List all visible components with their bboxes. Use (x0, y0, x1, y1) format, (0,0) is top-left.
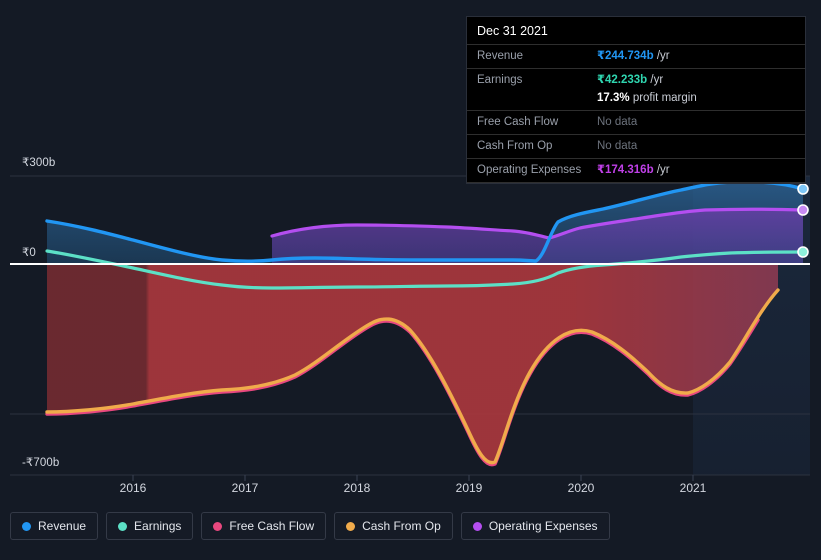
tooltip-profit-margin-value: 17.3% (597, 92, 630, 104)
tooltip-value-operating-expenses: ₹174.316b (597, 164, 654, 176)
y-axis-label-300b: ₹300b (22, 157, 56, 169)
tooltip-row-revenue: Revenue ₹244.734b /yr (467, 45, 805, 69)
legend-dot-operating-expenses-icon (472, 521, 482, 531)
y-axis-label-0: ₹0 (22, 247, 36, 259)
y-axis-label-neg700b: -₹700b (22, 457, 60, 469)
tooltip-row-operating-expenses: Operating Expenses ₹174.316b /yr (467, 159, 805, 183)
tooltip-unit-operating-expenses: /yr (656, 164, 670, 176)
chart-legend: Revenue Earnings Free Cash Flow Cash Fro… (10, 512, 610, 540)
legend-label-earnings: Earnings (134, 519, 182, 533)
operating-expenses-endpoint-marker (797, 204, 809, 216)
legend-dot-cash-from-op-icon (346, 521, 356, 531)
tooltip-date: Dec 31 2021 (467, 17, 805, 45)
tooltip-unit-revenue: /yr (656, 50, 670, 62)
tooltip-value-cash-from-op: No data (597, 140, 638, 152)
tooltip-label-operating-expenses: Operating Expenses (477, 164, 582, 176)
x-axis-label-2020: 2020 (567, 481, 595, 495)
legend-dot-earnings-icon (118, 521, 128, 531)
tooltip-profit-margin-label: profit margin (632, 92, 697, 104)
tooltip-value-free-cash-flow: No data (597, 116, 638, 128)
tooltip-value-earnings: ₹42.233b (597, 74, 648, 86)
revenue-endpoint-marker (797, 183, 809, 195)
tooltip-row-earnings: Earnings ₹42.233b /yr 17.3% profit margi… (467, 69, 805, 111)
earnings-endpoint-marker (797, 246, 809, 258)
x-axis-label-2017: 2017 (231, 481, 259, 495)
legend-item-operating-expenses[interactable]: Operating Expenses (460, 512, 610, 540)
x-axis-label-2016: 2016 (119, 481, 147, 495)
x-axis-label-2018: 2018 (343, 481, 371, 495)
tooltip-value-revenue: ₹244.734b (597, 50, 654, 62)
legend-item-cash-from-op[interactable]: Cash From Op (334, 512, 453, 540)
legend-item-earnings[interactable]: Earnings (106, 512, 194, 540)
tooltip-unit-earnings: /yr (650, 74, 664, 86)
legend-label-revenue: Revenue (38, 519, 87, 533)
legend-label-free-cash-flow: Free Cash Flow (229, 519, 315, 533)
tooltip-label-earnings: Earnings (477, 74, 523, 86)
legend-label-operating-expenses: Operating Expenses (488, 519, 598, 533)
chart-tooltip: Dec 31 2021 Revenue ₹244.734b /yr Earnin… (466, 16, 806, 184)
legend-item-free-cash-flow[interactable]: Free Cash Flow (201, 512, 327, 540)
x-axis-label-2021: 2021 (679, 481, 707, 495)
x-axis-label-2019: 2019 (455, 481, 483, 495)
tooltip-label-free-cash-flow: Free Cash Flow (477, 116, 559, 128)
tooltip-profit-margin: 17.3% profit margin (597, 91, 795, 106)
tooltip-label-revenue: Revenue (477, 50, 524, 62)
financial-chart-page: ₹300b ₹0 -₹700b 2016 2017 2018 2019 2020… (0, 0, 821, 560)
tooltip-label-cash-from-op: Cash From Op (477, 140, 553, 152)
tooltip-row-cash-from-op: Cash From Op No data (467, 135, 805, 159)
legend-dot-free-cash-flow-icon (213, 521, 223, 531)
legend-dot-revenue-icon (22, 521, 31, 531)
legend-item-revenue[interactable]: Revenue (10, 512, 99, 540)
tooltip-row-free-cash-flow: Free Cash Flow No data (467, 111, 805, 135)
legend-label-cash-from-op: Cash From Op (362, 519, 441, 533)
